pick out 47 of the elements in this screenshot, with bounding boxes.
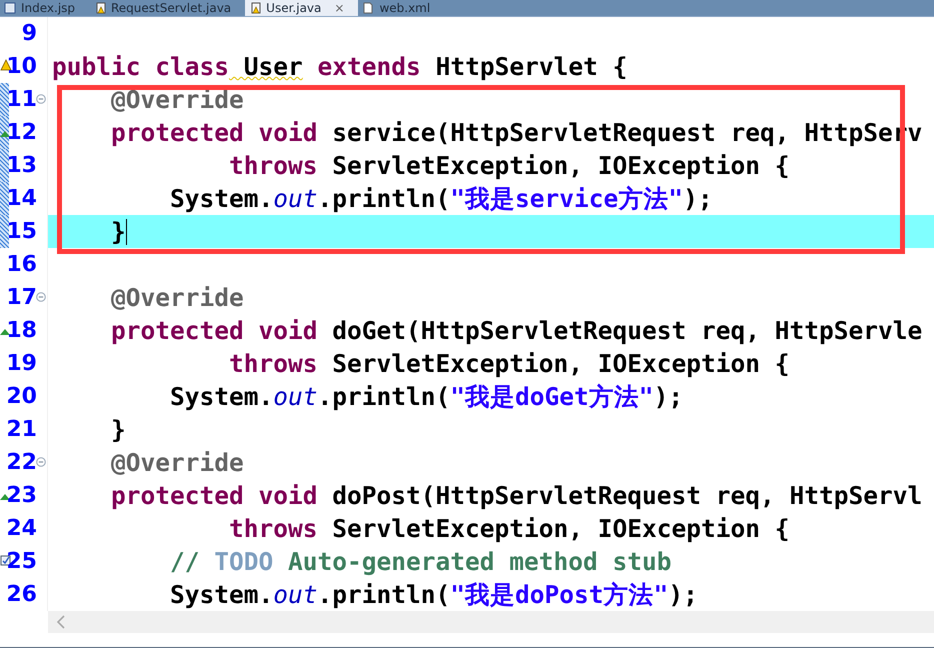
- editor-tab[interactable]: RequestServlet.java: [90, 0, 246, 16]
- code-line: protected void doPost(HttpServletRequest req, HttpServl: [110, 481, 922, 510]
- line-number: 20: [6, 384, 37, 409]
- line-number: 23: [6, 483, 37, 508]
- close-icon[interactable]: ×: [334, 1, 344, 15]
- collapse-icon[interactable]: [36, 94, 46, 104]
- line-number: 21: [6, 417, 37, 442]
- line-number: 15: [6, 219, 37, 244]
- line-number: 9: [22, 21, 37, 46]
- editor-tab[interactable]: Index.jsp: [0, 0, 90, 16]
- java-file-warning-icon: [94, 2, 106, 14]
- editor-tab[interactable]: User.java ×: [245, 0, 358, 16]
- line-number: 16: [6, 252, 37, 277]
- line-number: 24: [6, 516, 37, 541]
- file-icon: [362, 2, 374, 14]
- line-number: 25: [6, 549, 37, 574]
- code-line: System.out.println("我是doPost方法");: [169, 579, 698, 611]
- code-line: public class User extends HttpServlet {: [52, 52, 628, 81]
- current-line-highlight: }: [48, 215, 934, 248]
- line-number: 13: [6, 153, 37, 178]
- collapse-icon[interactable]: [36, 457, 46, 467]
- horizontal-scrollbar[interactable]: [48, 611, 934, 633]
- line-number: 17: [6, 285, 37, 310]
- editor-tab[interactable]: web.xml: [358, 0, 448, 16]
- collapse-icon[interactable]: [36, 292, 46, 302]
- code-line: throws ServletException, IOException {: [228, 514, 790, 543]
- code-line: throws ServletException, IOException {: [228, 349, 790, 378]
- code-line: System.out.println("我是doGet方法");: [169, 381, 684, 413]
- line-number: 12: [6, 120, 37, 145]
- code-line: System.out.println("我是service方法");: [169, 183, 713, 215]
- text-cursor: [126, 218, 127, 244]
- code-line: protected void doGet(HttpServletRequest req, HttpServle: [110, 316, 922, 345]
- line-number: 18: [6, 318, 37, 343]
- code-line: @Override: [110, 448, 244, 477]
- line-number: 22: [6, 450, 37, 475]
- scroll-left-icon[interactable]: [56, 615, 66, 629]
- code-line: throws ServletException, IOException {: [228, 151, 790, 180]
- java-file-warning-icon: [249, 2, 262, 14]
- code-line: // TODO Auto-generated method stub: [169, 547, 672, 576]
- line-number: 19: [6, 351, 37, 376]
- code-line: @Override: [110, 85, 244, 114]
- line-number: 14: [6, 186, 37, 211]
- line-number: 10: [6, 54, 37, 79]
- code-line: }: [110, 415, 126, 444]
- line-number: 26: [6, 582, 37, 607]
- line-number: 11: [6, 87, 37, 112]
- code-line: @Override: [110, 283, 244, 312]
